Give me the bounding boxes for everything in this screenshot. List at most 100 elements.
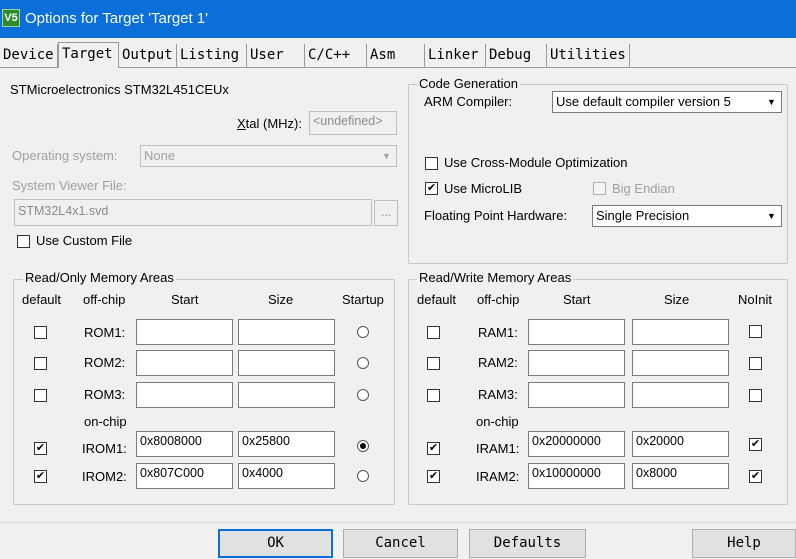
irom2-label: IROM2:	[82, 469, 127, 484]
rom3-start-input[interactable]	[136, 382, 233, 408]
irom1-startup-radio[interactable]	[357, 440, 369, 452]
ro-header-size: Size	[268, 292, 294, 307]
fpu-select-value: Single Precision	[596, 208, 690, 223]
rw-header-noinit: NoInit	[738, 292, 772, 307]
rw-header-start: Start	[563, 292, 591, 307]
rom3-size-input[interactable]	[238, 382, 335, 408]
rw-header-offchip: off-chip	[477, 292, 520, 307]
big-endian-label: Big Endian	[612, 181, 675, 196]
tab-cpp[interactable]: C/C++	[305, 44, 367, 68]
svf-browse-button[interactable]: ...	[374, 200, 398, 226]
ram1-default-checkbox[interactable]	[427, 326, 440, 339]
irom1-default-checkbox[interactable]: ✔	[34, 442, 47, 455]
ram3-noinit-checkbox[interactable]	[749, 389, 762, 402]
rom1-start-input[interactable]	[136, 319, 233, 345]
iram2-size-input[interactable]: 0x8000	[632, 463, 729, 489]
tab-strip: Device Target Output Listing User C/C++ …	[0, 42, 796, 68]
ok-button[interactable]: OK	[218, 529, 333, 558]
iram1-default-checkbox[interactable]: ✔	[427, 442, 440, 455]
tab-asm[interactable]: Asm	[367, 44, 425, 68]
ram1-noinit-checkbox[interactable]	[749, 325, 762, 338]
ram1-start-input[interactable]	[528, 319, 625, 345]
rom1-size-input[interactable]	[238, 319, 335, 345]
ro-header-default: default	[22, 292, 62, 307]
cancel-button[interactable]: Cancel	[343, 529, 458, 558]
rom1-default-checkbox[interactable]	[34, 326, 47, 339]
rw-header-default: default	[417, 292, 457, 307]
ram2-size-input[interactable]	[632, 350, 729, 376]
chevron-down-icon: ▼	[767, 211, 776, 221]
iram1-start-input[interactable]: 0x20000000	[528, 431, 625, 457]
cross-module-checkbox[interactable]	[425, 157, 438, 170]
tab-output[interactable]: Output	[119, 44, 177, 68]
title-bar[interactable]: V5 Options for Target 'Target 1'	[0, 0, 796, 38]
ro-memory-title: Read/Only Memory Areas	[23, 270, 176, 285]
compiler-select-value: Use default compiler version 5	[556, 94, 731, 109]
irom2-start-input[interactable]: 0x807C000	[136, 463, 233, 489]
microlib-checkbox[interactable]: ✔	[425, 182, 438, 195]
tab-listing[interactable]: Listing	[177, 44, 247, 68]
iram1-noinit-checkbox[interactable]: ✔	[749, 438, 762, 451]
tab-divider	[0, 67, 796, 68]
ram3-start-input[interactable]	[528, 382, 625, 408]
compiler-select[interactable]: Use default compiler version 5 ▼	[552, 91, 782, 113]
custom-file-checkbox[interactable]	[17, 235, 30, 248]
microlib-label: Use MicroLIB	[444, 181, 523, 196]
os-label: Operating system:	[12, 148, 118, 163]
tab-debug[interactable]: Debug	[486, 44, 547, 68]
rom2-size-input[interactable]	[238, 350, 335, 376]
iram2-start-input[interactable]: 0x10000000	[528, 463, 625, 489]
rom2-label: ROM2:	[84, 355, 126, 370]
tab-utilities[interactable]: Utilities	[547, 44, 630, 68]
rom2-start-input[interactable]	[136, 350, 233, 376]
tab-target[interactable]: Target	[58, 42, 119, 68]
ram1-label: RAM1:	[478, 325, 518, 340]
tab-linker[interactable]: Linker	[425, 44, 486, 68]
iram2-label: IRAM2:	[476, 469, 520, 484]
device-name: STMicroelectronics STM32L451CEUx	[10, 82, 229, 97]
rom1-label: ROM1:	[84, 325, 126, 340]
rw-header-size: Size	[664, 292, 690, 307]
tab-device[interactable]: Device	[0, 44, 58, 68]
svf-input[interactable]: STM32L4x1.svd	[14, 199, 372, 226]
irom1-start-input[interactable]: 0x8008000	[136, 431, 233, 457]
rom3-default-checkbox[interactable]	[34, 389, 47, 402]
fpu-select[interactable]: Single Precision ▼	[592, 205, 782, 227]
window-title: Options for Target 'Target 1'	[25, 10, 209, 27]
rw-onchip-label: on-chip	[476, 414, 519, 429]
fpu-label: Floating Point Hardware:	[424, 208, 568, 223]
ram2-default-checkbox[interactable]	[427, 357, 440, 370]
ro-onchip-label: on-chip	[84, 414, 127, 429]
big-endian-checkbox[interactable]	[593, 182, 606, 195]
iram1-label: IRAM1:	[476, 441, 520, 456]
ro-header-startup: Startup	[342, 292, 384, 307]
iram2-noinit-checkbox[interactable]: ✔	[749, 470, 762, 483]
irom1-size-input[interactable]: 0x25800	[238, 431, 335, 457]
ram1-size-input[interactable]	[632, 319, 729, 345]
irom2-default-checkbox[interactable]: ✔	[34, 470, 47, 483]
xtal-input[interactable]: <undefined>	[309, 111, 397, 135]
rom3-startup-radio[interactable]	[357, 389, 369, 401]
defaults-button[interactable]: Defaults	[469, 529, 586, 558]
ram3-default-checkbox[interactable]	[427, 389, 440, 402]
rom1-startup-radio[interactable]	[357, 326, 369, 338]
rom3-label: ROM3:	[84, 387, 126, 402]
ram2-start-input[interactable]	[528, 350, 625, 376]
rom2-startup-radio[interactable]	[357, 357, 369, 369]
rom2-default-checkbox[interactable]	[34, 357, 47, 370]
keil-app-icon: V5	[2, 9, 20, 27]
custom-file-label: Use Custom File	[36, 233, 133, 248]
tab-user[interactable]: User	[247, 44, 305, 68]
iram2-default-checkbox[interactable]: ✔	[427, 470, 440, 483]
rw-memory-title: Read/Write Memory Areas	[417, 270, 574, 285]
compiler-label: ARM Compiler:	[424, 94, 513, 109]
ram2-noinit-checkbox[interactable]	[749, 357, 762, 370]
svf-label: System Viewer File:	[12, 178, 127, 193]
irom2-startup-radio[interactable]	[357, 470, 369, 482]
os-select[interactable]: None ▼	[140, 145, 397, 167]
iram1-size-input[interactable]: 0x20000	[632, 431, 729, 457]
irom2-size-input[interactable]: 0x4000	[238, 463, 335, 489]
help-button[interactable]: Help	[692, 529, 796, 558]
ro-header-offchip: off-chip	[83, 292, 126, 307]
ram3-size-input[interactable]	[632, 382, 729, 408]
